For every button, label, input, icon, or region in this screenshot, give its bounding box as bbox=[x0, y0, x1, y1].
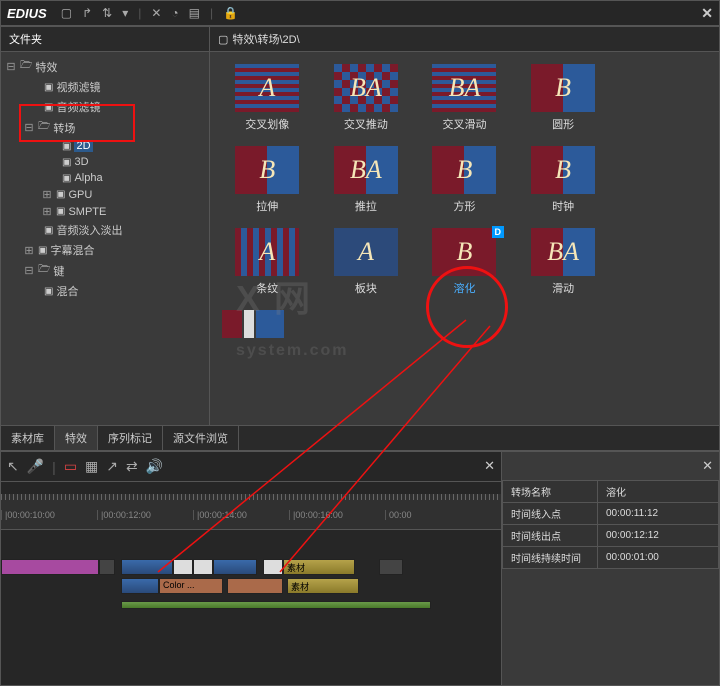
folder-tree-panel: 文件夹 ⊟🗁特效 ▣视频滤镜 ▣音频滤镜 ⊟🗁转场 ▣2D ▣3D ▣Alpha… bbox=[0, 26, 210, 426]
fx-label: 交叉推动 bbox=[344, 116, 388, 132]
folder-icon[interactable]: ▢ bbox=[61, 6, 72, 20]
tree-item-effects[interactable]: ⊟🗁特效 bbox=[1, 56, 209, 77]
info-panel: ✕ 转场名称溶化时间线入点00:00:11:12时间线出点00:00:12:12… bbox=[502, 451, 720, 686]
align-icon[interactable]: ⇅ bbox=[102, 6, 112, 20]
tree-item-2d[interactable]: ▣2D bbox=[1, 138, 209, 154]
tool-cursor-icon[interactable]: ↖ bbox=[7, 458, 19, 475]
ruler-tick: 00:00 bbox=[385, 510, 481, 520]
fx-item-7[interactable]: B方形 bbox=[419, 146, 510, 214]
track-a1[interactable] bbox=[1, 596, 501, 614]
tab-0[interactable]: 素材库 bbox=[1, 426, 55, 450]
fx-label: 推拉 bbox=[355, 198, 377, 214]
fx-item-10[interactable]: A条纹 bbox=[222, 228, 313, 296]
sep: | bbox=[210, 6, 213, 20]
folder-tree: ⊟🗁特效 ▣视频滤镜 ▣音频滤镜 ⊟🗁转场 ▣2D ▣3D ▣Alpha ⊞▣G… bbox=[1, 52, 209, 425]
fx-label: 方形 bbox=[453, 198, 475, 214]
list-icon[interactable]: ▤ bbox=[189, 6, 200, 20]
layout-icon[interactable]: ↱ bbox=[82, 6, 92, 20]
tool-mic-icon[interactable]: 🎤 bbox=[27, 458, 44, 475]
tab-2[interactable]: 序列标记 bbox=[98, 426, 163, 450]
tree-item-video-filter[interactable]: ▣视频滤镜 bbox=[1, 77, 209, 97]
tree-item-smpte[interactable]: ⊞▣SMPTE bbox=[1, 203, 209, 220]
fx-item-5[interactable]: B拉伸 bbox=[222, 146, 313, 214]
breadcrumb-bar: ▢ 特效\转场\2D\ bbox=[210, 27, 719, 52]
ruler-tick: |00:00:16:00 bbox=[289, 510, 385, 520]
fx-label: 交叉划像 bbox=[245, 116, 289, 132]
tool-edit-icon[interactable]: ▦ bbox=[85, 458, 98, 475]
more-icon[interactable]: ▾ bbox=[122, 6, 128, 20]
folder-tree-header: 文件夹 bbox=[1, 27, 209, 52]
fx-label: 条纹 bbox=[256, 280, 278, 296]
panel-tabs: 素材库特效序列标记源文件浏览 bbox=[0, 426, 720, 451]
fx-item-1[interactable]: BA交叉推动 bbox=[321, 64, 412, 132]
timeline-tracks: 素材 Color ... 素材 bbox=[1, 530, 501, 614]
tree-item-audio-fade[interactable]: ▣音频淡入淡出 bbox=[1, 220, 209, 240]
tree-item-transition[interactable]: ⊟🗁转场 bbox=[1, 117, 209, 138]
tree-item-audio-filter[interactable]: ▣音频滤镜 bbox=[1, 97, 209, 117]
fx-label: 圆形 bbox=[552, 116, 574, 132]
tree-item-3d[interactable]: ▣3D bbox=[1, 154, 209, 170]
tree-item-title-mix[interactable]: ⊞▣字幕混合 bbox=[1, 240, 209, 260]
fx-item-11[interactable]: A板块 bbox=[321, 228, 412, 296]
paint-icon[interactable]: ◔ bbox=[171, 6, 178, 20]
effects-grid-panel: ▢ 特效\转场\2D\ A交叉划像BA交叉推动BA交叉滑动B圆形B拉伸BA推拉B… bbox=[210, 26, 720, 426]
sep: | bbox=[52, 459, 56, 475]
transition-info-table: 转场名称溶化时间线入点00:00:11:12时间线出点00:00:12:12时间… bbox=[502, 480, 719, 569]
toolbar-icons: ▢ ↱ ⇅ ▾ | ✕ ◔ ▤ | 🔒 bbox=[61, 6, 238, 20]
sep: | bbox=[138, 6, 141, 20]
tool-arrow-icon[interactable]: ↗ bbox=[106, 458, 118, 475]
effects-grid: A交叉划像BA交叉推动BA交叉滑动B圆形 B拉伸BA推拉B方形B时钟 A条纹A板块 B… bbox=[210, 52, 719, 425]
info-row: 时间线入点00:00:11:12 bbox=[503, 503, 719, 525]
tree-item-blend[interactable]: ▣混合 bbox=[1, 281, 209, 301]
cut-icon[interactable]: ✕ bbox=[151, 6, 161, 20]
breadcrumb-path: 特效\转场\2D\ bbox=[232, 31, 299, 47]
tree-item-gpu[interactable]: ⊞▣GPU bbox=[1, 186, 209, 203]
fx-item-2[interactable]: BA交叉滑动 bbox=[419, 64, 510, 132]
fx-label: 板块 bbox=[355, 280, 377, 296]
folder-icon: ▢ bbox=[218, 33, 228, 46]
title-bar: EDIUS ▢ ↱ ⇅ ▾ | ✕ ◔ ▤ | 🔒 ✕ bbox=[0, 0, 720, 26]
fx-label: 时钟 bbox=[552, 198, 574, 214]
fx-label: 滑动 bbox=[552, 280, 574, 296]
ruler-tick: |00:00:10:00 bbox=[1, 510, 97, 520]
info-close-button[interactable]: ✕ bbox=[702, 458, 713, 474]
extra-thumb[interactable] bbox=[222, 310, 707, 338]
track-v1[interactable]: 素材 bbox=[1, 558, 501, 576]
timeline-toolbar: ↖ 🎤 | ▭ ▦ ↗ ⇄ 🔊 bbox=[1, 452, 501, 482]
fx-label: 溶化 bbox=[453, 280, 475, 296]
fx-item-0[interactable]: A交叉划像 bbox=[222, 64, 313, 132]
info-row: 转场名称溶化 bbox=[503, 481, 719, 503]
fx-item-6[interactable]: BA推拉 bbox=[321, 146, 412, 214]
fx-item-12[interactable]: BD溶化 bbox=[419, 228, 510, 296]
tool-speaker-icon[interactable]: 🔊 bbox=[146, 458, 163, 475]
tool-transition-icon[interactable]: ⇄ bbox=[126, 458, 138, 475]
fx-item-3[interactable]: B圆形 bbox=[518, 64, 609, 132]
fx-label: 拉伸 bbox=[256, 198, 278, 214]
info-row: 时间线出点00:00:12:12 bbox=[503, 525, 719, 547]
close-button[interactable]: ✕ bbox=[701, 5, 713, 22]
tree-item-key[interactable]: ⊟🗁键 bbox=[1, 260, 209, 281]
lock-icon[interactable]: 🔒 bbox=[223, 6, 238, 20]
default-badge: D bbox=[492, 226, 504, 238]
app-title: EDIUS bbox=[7, 6, 47, 21]
info-row: 时间线持续时间00:00:01:00 bbox=[503, 547, 719, 569]
timeline-close-button[interactable]: ✕ bbox=[484, 458, 495, 474]
tool-monitor-icon[interactable]: ▭ bbox=[64, 458, 77, 475]
fx-item-13[interactable]: BA滑动 bbox=[518, 228, 609, 296]
timeline-ruler[interactable]: |00:00:10:00|00:00:12:00|00:00:14:00|00:… bbox=[1, 494, 501, 530]
tab-1[interactable]: 特效 bbox=[55, 426, 98, 450]
tree-item-alpha[interactable]: ▣Alpha bbox=[1, 170, 209, 186]
ruler-tick: |00:00:14:00 bbox=[193, 510, 289, 520]
track-v2[interactable]: Color ... 素材 bbox=[1, 577, 501, 595]
fx-item-8[interactable]: B时钟 bbox=[518, 146, 609, 214]
timeline-panel: ↖ 🎤 | ▭ ▦ ↗ ⇄ 🔊 ✕ |00:00:10:00|00:00:12:… bbox=[0, 451, 502, 686]
fx-label: 交叉滑动 bbox=[442, 116, 486, 132]
ruler-tick: |00:00:12:00 bbox=[97, 510, 193, 520]
tab-3[interactable]: 源文件浏览 bbox=[163, 426, 239, 450]
